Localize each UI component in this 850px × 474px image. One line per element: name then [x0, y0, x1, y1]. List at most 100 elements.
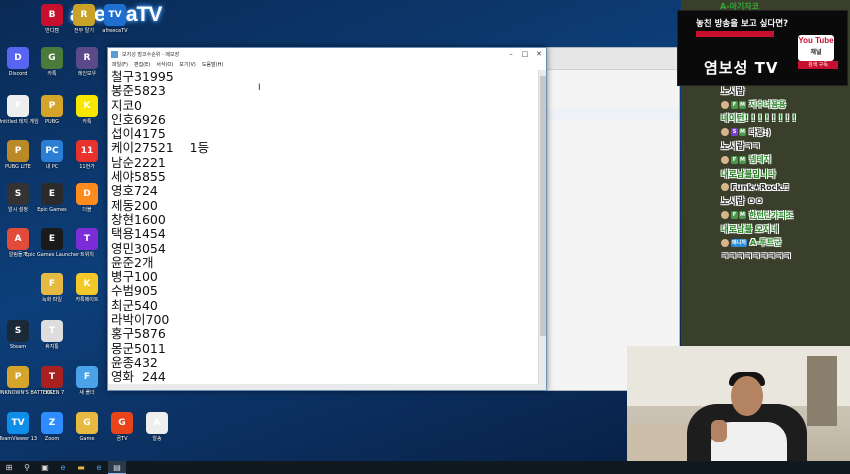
notepad-line: 윤준2개 — [111, 254, 154, 270]
chat-text: 노시랍 ㅇㅇ — [721, 197, 764, 208]
afreecatv-icon[interactable]: TV afreecaTV — [98, 4, 132, 34]
chat-message: 네이턴! ! ! ! ! ! ! ! — [721, 112, 850, 126]
file-explorer-icon[interactable]: ▬ — [72, 461, 90, 474]
tool-icon[interactable]: R 전부 탈기 — [67, 4, 101, 34]
chat-badges: FM — [731, 100, 747, 109]
notepad-window[interactable]: 보지성 벌코수순위 - 메모장 – □ ✕ 파일(F) 편집(E) 서식(O) 보기(… — [107, 47, 547, 391]
task-view-icon[interactable]: ▣ — [36, 461, 54, 474]
close-button[interactable]: ✕ — [532, 48, 546, 61]
chat-message: 노시랍 — [721, 84, 850, 98]
notepad-line: 라박이700 — [111, 312, 170, 328]
kakao-icon[interactable]: K 카톡 — [70, 95, 104, 125]
teamviewer-icon[interactable]: TV TeamViewer 13 — [0, 412, 37, 442]
chat-text: ㅋㅋㅋㅋㅋㅋㅋㅋㅋ — [721, 252, 792, 263]
webcam-hand — [711, 420, 727, 442]
notepad-line: 케이27521 1등 — [111, 140, 210, 156]
play-icon[interactable]: K 카톡메이트 — [70, 273, 104, 303]
game-icon[interactable]: G 카톡 — [35, 47, 69, 77]
file-icon[interactable]: F Untitled 테지 게임 — [0, 95, 39, 125]
discord-icon-glyph: D — [7, 47, 29, 69]
settings-icon[interactable]: S 알시 설정 — [1, 183, 35, 213]
start-button[interactable]: ⊞ — [0, 461, 18, 474]
pc-icon[interactable]: PC 내 PC — [35, 140, 69, 170]
notepad-text-area[interactable]: 철구31995 봉준5823 지코0 인호6926 섭이4175 케이27521 1등 남순… — [111, 69, 537, 390]
chat-nickname[interactable]: 넴테지 — [749, 154, 771, 165]
notepad-titlebar[interactable]: 보지성 벌코수순위 - 메모장 – □ ✕ — [108, 48, 546, 61]
banner-subtitle: 놓친 방송을 보고 싶다면? — [696, 19, 789, 29]
chat-message: 노시랍ㅋㅋ — [721, 139, 850, 153]
desktop-icon-label: 알시 설정 — [8, 207, 28, 213]
new-folder-icon[interactable]: F 새 폴더 — [70, 366, 104, 396]
notepad-line: 제동200 — [111, 197, 158, 213]
notepad-line: 철구31995 — [111, 69, 174, 84]
gomtv-icon[interactable]: G 곰TV — [105, 412, 139, 442]
alsong-icon[interactable]: A 알송 — [140, 412, 174, 442]
trash-icon[interactable]: T 휴지통 — [35, 320, 69, 350]
scrollbar-thumb[interactable] — [540, 76, 546, 336]
search-icon[interactable]: ⚲ — [18, 461, 36, 474]
trash-icon-glyph: T — [41, 320, 63, 342]
chat-avatar-icon — [721, 211, 729, 220]
desktop-icon-label: 전부 탈기 — [74, 28, 94, 34]
chat-badges: FM — [731, 155, 747, 164]
minimize-button[interactable]: – — [504, 48, 518, 61]
chat-avatar-icon — [721, 183, 729, 192]
zoom-icon-glyph: Z — [41, 412, 63, 434]
notepad-horizontal-scrollbar[interactable] — [108, 384, 540, 390]
notepad-line: 섭이4175 — [111, 126, 166, 142]
desktop-icon-label: 알송 — [152, 436, 162, 442]
desktop-icon-label: 휴지통 — [45, 344, 59, 350]
double-icon[interactable]: D 더블 — [70, 183, 104, 213]
menu-item[interactable]: 도움말(H) — [202, 61, 223, 70]
game-folder-icon[interactable]: G Game — [70, 412, 104, 442]
maximize-button[interactable]: □ — [518, 48, 532, 61]
notepad-taskbar-icon[interactable]: ▤ — [108, 461, 126, 474]
twitch-icon[interactable]: T 트위치 — [70, 228, 104, 258]
chat-badges: FM — [731, 211, 747, 220]
desktop-icon-label: PUBG — [45, 119, 59, 125]
chat-nickname[interactable]: 한턴단가피조 — [749, 210, 793, 221]
chat-message: S M 다랑:) — [721, 125, 850, 139]
youtube-logo-text: You Tube — [798, 36, 834, 45]
menu-item[interactable]: 보기(V) — [179, 61, 196, 70]
notepad-icon — [111, 51, 118, 58]
notepad-line: 영호724 — [111, 183, 158, 199]
chat-nickname[interactable]: A-투트군 — [750, 237, 782, 248]
tekken-icon[interactable]: T TEKKEN 7 — [35, 366, 69, 396]
desktop-icon-label: 트위치 — [80, 252, 94, 258]
pubg-full-icon[interactable]: PPLAYERUNKNOWN'S BATTLEG... — [0, 366, 57, 396]
notepad-line: 세야5855 — [111, 169, 166, 185]
banner-top-nick: A-아기자코 — [720, 2, 759, 11]
desktop-icon-label: afreecaTV — [102, 28, 128, 34]
zoom-icon[interactable]: Z Zoom — [35, 412, 69, 442]
epic-launcher-icon[interactable]: E Epic Games Launcher — [25, 228, 79, 258]
chat-nickname[interactable]: 지수녀용용 — [749, 99, 786, 110]
notepad-line: 택용1454 — [111, 226, 166, 242]
chat-nickname[interactable]: Funk★Rock♬ — [731, 183, 789, 192]
banner-red-band — [696, 31, 774, 37]
notepad-line: 병구100 — [111, 269, 158, 285]
pubg-lite-icon-glyph: P — [7, 140, 29, 162]
discord-icon[interactable]: D Discord — [1, 47, 35, 77]
text-cursor-icon: I — [258, 83, 261, 93]
11st-icon[interactable]: 11 11번가 — [70, 140, 104, 170]
background-window-titlebar[interactable] — [541, 48, 679, 70]
background-window[interactable] — [540, 47, 680, 391]
rainbow-icon[interactable]: R 레인보우 — [70, 47, 104, 77]
notepad-vertical-scrollbar[interactable] — [538, 70, 546, 390]
alert-icon-glyph: A — [7, 228, 29, 250]
edge-icon[interactable]: e — [54, 461, 72, 474]
epic-icon[interactable]: E Epic Games — [35, 183, 69, 213]
folder-icon[interactable]: F 녹화 파일 — [35, 273, 69, 303]
desktop-icon-label: 더블 — [82, 207, 92, 213]
notepad-title: 보지성 벌코수순위 - 메모장 — [122, 52, 180, 58]
webcam-feed — [627, 346, 850, 474]
pubg-lite-icon[interactable]: P PUBG LITE — [1, 140, 35, 170]
pubg-icon[interactable]: P PUBG — [35, 95, 69, 125]
chat-nickname[interactable]: 다랑:) — [749, 127, 771, 138]
steam-icon[interactable]: S Steam — [1, 320, 35, 350]
desktop-icon-label: PUBG LITE — [5, 164, 31, 170]
bandicam-icon[interactable]: B 반디캠 — [35, 4, 69, 34]
ie-icon[interactable]: e — [90, 461, 108, 474]
gomtv-icon-glyph: G — [111, 412, 133, 434]
